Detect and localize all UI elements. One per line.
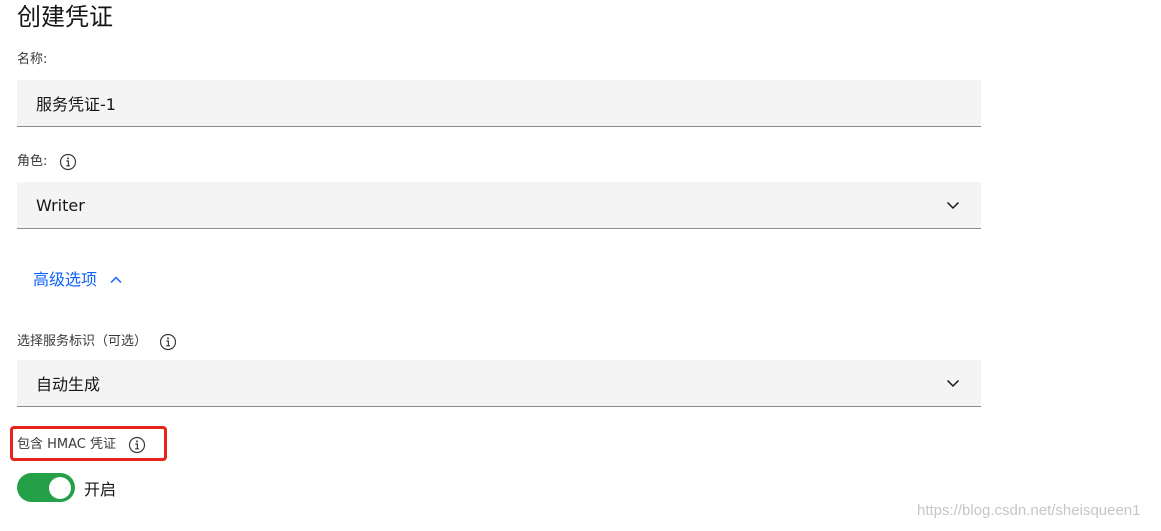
hmac-toggle-group: 开启: [17, 473, 116, 502]
service-id-select-value: 自动生成: [36, 375, 101, 394]
info-icon[interactable]: [128, 436, 146, 454]
info-icon[interactable]: [159, 333, 177, 351]
role-select[interactable]: Writer: [17, 182, 981, 229]
name-input[interactable]: 服务凭证-1: [17, 80, 981, 127]
info-icon[interactable]: [59, 153, 77, 171]
service-id-label-text: 选择服务标识（可选）: [17, 334, 148, 349]
service-id-label: 选择服务标识（可选）: [17, 333, 177, 351]
name-input-value: 服务凭证-1: [36, 95, 116, 114]
service-id-select[interactable]: 自动生成: [17, 360, 981, 407]
page-title: 创建凭证: [17, 3, 113, 31]
toggle-knob: [49, 476, 71, 499]
role-select-value: Writer: [36, 195, 85, 215]
role-label-text: 角色:: [17, 154, 48, 169]
chevron-down-icon: [945, 197, 961, 213]
chevron-up-icon: [109, 273, 123, 287]
watermark: https://blog.csdn.net/sheisqueen1: [917, 502, 1141, 519]
chevron-down-icon: [945, 375, 961, 391]
advanced-options-label: 高级选项: [33, 270, 98, 289]
advanced-options-toggle[interactable]: 高级选项: [33, 268, 123, 292]
hmac-toggle[interactable]: [17, 473, 75, 502]
hmac-label-text: 包含 HMAC 凭证: [17, 437, 116, 452]
hmac-toggle-state: 开启: [84, 479, 117, 499]
name-label-text: 名称:: [17, 52, 48, 67]
hmac-label: 包含 HMAC 凭证: [17, 436, 146, 454]
role-label: 角色:: [17, 153, 77, 171]
name-label: 名称:: [17, 52, 47, 68]
